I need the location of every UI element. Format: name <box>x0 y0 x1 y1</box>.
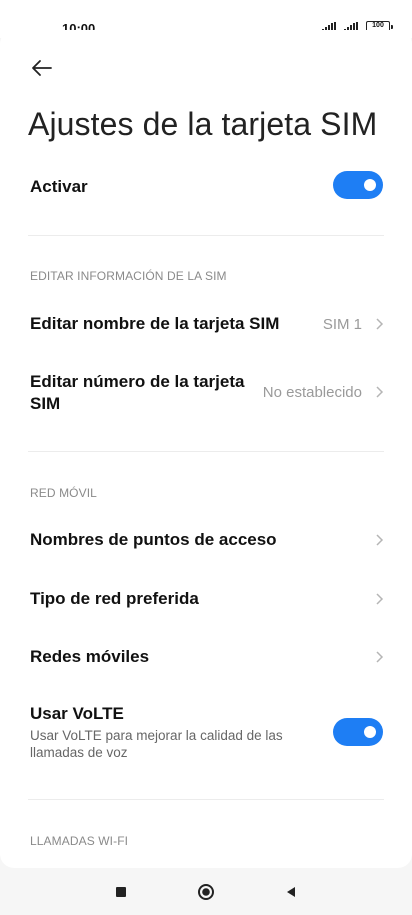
chevron-right-icon <box>376 593 384 605</box>
volte-label: Usar VoLTE <box>30 704 124 723</box>
settings-sheet: Ajustes de la tarjeta SIM Activar EDITAR… <box>0 30 412 868</box>
apn-label: Nombres de puntos de acceso <box>30 530 277 549</box>
section-header-sim: EDITAR INFORMACIÓN DE LA SIM <box>30 269 227 283</box>
chevron-right-icon <box>376 318 384 330</box>
activate-label: Activar <box>30 177 88 196</box>
apn-row[interactable]: Nombres de puntos de acceso <box>0 520 412 560</box>
chevron-right-icon <box>376 534 384 546</box>
preferred-network-row[interactable]: Tipo de red preferida <box>0 579 412 619</box>
activate-toggle[interactable] <box>333 171 383 199</box>
chevron-right-icon <box>376 386 384 398</box>
circle-icon[interactable] <box>196 882 216 902</box>
edit-sim-name-value: SIM 1 <box>322 316 362 333</box>
edit-sim-number-label-line2: SIM <box>30 394 61 413</box>
square-icon[interactable] <box>111 882 131 902</box>
edit-sim-number-row[interactable]: Editar número de la tarjeta SIM No estab… <box>0 364 412 420</box>
edit-sim-name-row[interactable]: Editar nombre de la tarjeta SIM SIM 1 <box>0 304 412 344</box>
section-header-wifi-calling: LLAMADAS WI-FI <box>30 834 129 848</box>
toggle-knob <box>364 179 376 191</box>
section-header-network: RED MÓVIL <box>30 486 97 500</box>
edit-sim-number-label-line1: Editar número de la tarjeta <box>30 372 245 391</box>
volte-row[interactable]: Usar VoLTE Usar VoLTE para mejorar la ca… <box>0 702 412 766</box>
mobile-networks-row[interactable]: Redes móviles <box>0 637 412 677</box>
page-title: Ajustes de la tarjeta SIM <box>28 106 378 142</box>
divider <box>28 799 384 800</box>
toggle-knob <box>364 726 376 738</box>
mobile-networks-label: Redes móviles <box>30 647 150 666</box>
edit-sim-number-value: No establecido <box>262 384 362 401</box>
arrow-left-icon[interactable] <box>28 54 56 82</box>
activate-row[interactable]: Activar <box>0 168 412 208</box>
preferred-network-label: Tipo de red preferida <box>30 589 199 608</box>
divider <box>28 235 384 236</box>
volte-description: Usar VoLTE para mejorar la calidad de la… <box>30 728 283 760</box>
divider <box>28 451 384 452</box>
chevron-right-icon <box>376 651 384 663</box>
triangle-back-icon[interactable] <box>281 882 301 902</box>
navigation-bar <box>0 868 412 915</box>
edit-sim-name-label: Editar nombre de la tarjeta SIM <box>30 314 280 333</box>
volte-toggle[interactable] <box>333 718 383 746</box>
